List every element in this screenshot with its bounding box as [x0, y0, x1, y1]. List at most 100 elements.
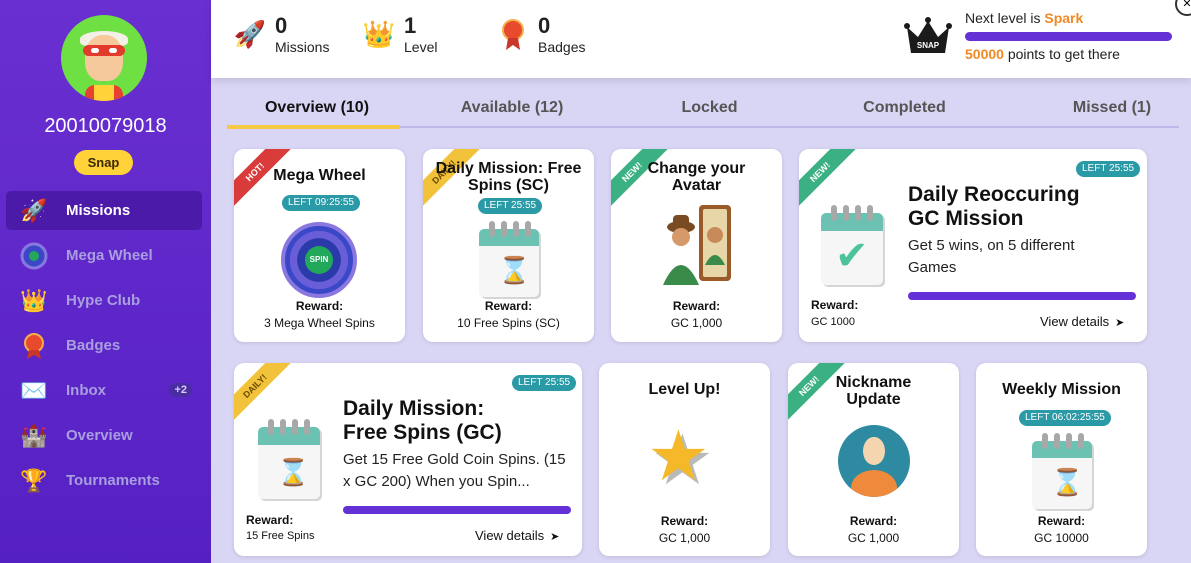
- sidebar-item-label: Missions: [66, 202, 131, 219]
- user-profile-icon: [838, 425, 910, 497]
- castle-icon: 🏰: [20, 422, 48, 448]
- level-progress-bar: [965, 32, 1172, 41]
- points-value: 50000: [965, 46, 1004, 62]
- calendar-hourglass-icon: ⌛: [1032, 433, 1092, 509]
- crown-icon: 👑: [362, 18, 396, 49]
- mission-title-line2: Free Spins (GC): [343, 421, 502, 444]
- mission-title-line1: Daily Mission:: [343, 397, 485, 420]
- mission-title: Mega Wheel: [273, 167, 366, 184]
- mission-timer: LEFT 09:25:55: [282, 195, 360, 211]
- sidebar-item-mega-wheel[interactable]: Mega Wheel: [6, 236, 202, 275]
- wheel-icon: [14, 241, 54, 271]
- trophy-icon: 🏆: [20, 467, 48, 493]
- tab-missed[interactable]: Missed (1): [1047, 99, 1177, 117]
- mission-progress-bar: [908, 292, 1136, 300]
- reward-label: Reward:: [660, 514, 709, 528]
- user-avatar[interactable]: [61, 15, 147, 101]
- tab-overview[interactable]: Overview (10): [227, 99, 407, 117]
- reward-label: Reward:: [672, 299, 721, 313]
- mission-timer: LEFT 25:55: [478, 198, 543, 214]
- wheel-spin-label: SPIN: [305, 246, 333, 274]
- top-stats-bar: 🚀 0 Missions 👑 1 Level 0 Badges SNAP Nex…: [211, 0, 1191, 78]
- avatar-mirror-icon: [657, 205, 737, 285]
- tab-completed[interactable]: Completed: [832, 99, 977, 117]
- active-tab-indicator: [227, 125, 400, 129]
- stat-level: 👑 1 Level: [358, 13, 438, 55]
- sidebar-item-label: Hype Club: [66, 292, 141, 309]
- tab-available[interactable]: Available (12): [437, 99, 587, 117]
- mission-title: Change your Avatar: [647, 160, 746, 194]
- next-level-text: Next level is Spark: [965, 10, 1084, 26]
- sidebar-item-badges[interactable]: Badges: [6, 326, 202, 365]
- mission-card-daily-reoccuring[interactable]: NEW! LEFT 25:55 ✔ Daily Reoccuring GC Mi…: [799, 149, 1147, 342]
- mission-card-daily-sc[interactable]: DAILY! Daily Mission: Free Spins (SC) LE…: [423, 149, 594, 342]
- sidebar-item-label: Overview: [66, 427, 133, 444]
- rocket-icon: 🚀: [20, 197, 48, 223]
- star-icon: ★: [647, 417, 710, 495]
- reward-label: Reward:: [849, 514, 898, 528]
- mission-title: Level Up!: [648, 381, 721, 398]
- view-details-link[interactable]: View details ➤: [1040, 314, 1124, 329]
- points-needed-text: 50000 points to get there: [965, 46, 1120, 62]
- reward-value: GC 1,000: [658, 531, 711, 545]
- mission-description: Get 15 Free Gold Coin Spins. (15 x GC 20…: [343, 451, 566, 490]
- view-details-link[interactable]: View details ➤: [475, 528, 559, 543]
- mission-timer: LEFT 25:55: [1076, 161, 1141, 177]
- tab-locked[interactable]: Locked: [647, 99, 772, 117]
- reward-value: GC 1,000: [670, 316, 723, 330]
- mission-card-change-avatar[interactable]: NEW! Change your Avatar Reward: GC 1,000: [611, 149, 782, 342]
- stat-label: Missions: [275, 39, 330, 55]
- level-crown-icon: SNAP: [904, 15, 952, 57]
- mission-card-mega-wheel[interactable]: HOT! Mega Wheel LEFT 09:25:55 SPIN Rewar…: [234, 149, 405, 342]
- mission-title-line2: GC Mission: [908, 207, 1024, 230]
- sidebar: 20010079018 Snap 🚀 Missions Mega Wheel 👑…: [0, 0, 211, 563]
- reward-value: GC 10000: [1034, 531, 1089, 545]
- stat-badges: 0 Badges: [492, 13, 585, 55]
- sidebar-item-tournaments[interactable]: 🏆 Tournaments: [6, 461, 202, 500]
- reward-label: Reward:: [246, 513, 294, 527]
- mission-card-level-up[interactable]: Level Up! ★ Reward: GC 1,000: [599, 363, 770, 556]
- stat-label: Level: [404, 39, 438, 55]
- sidebar-item-hype-club[interactable]: 👑 Hype Club: [6, 281, 202, 320]
- mission-title-line1: Daily Reoccuring: [908, 183, 1080, 206]
- mission-tabs: Overview (10) Available (12) Locked Comp…: [227, 97, 1179, 129]
- mission-card-nickname[interactable]: NEW! Nickname Update Reward: GC 1,000: [788, 363, 959, 556]
- reward-value: GC 1000: [811, 316, 856, 328]
- sidebar-item-overview[interactable]: 🏰 Overview: [6, 416, 202, 455]
- level-crown-text: SNAP: [917, 41, 940, 50]
- mission-card-weekly[interactable]: Weekly Mission LEFT 06:02:25:55 ⌛ Reward…: [976, 363, 1147, 556]
- new-ribbon: NEW!: [799, 149, 857, 209]
- user-id: 20010079018: [44, 115, 167, 137]
- daily-ribbon: DAILY!: [234, 363, 292, 423]
- sidebar-item-label: Tournaments: [66, 472, 160, 489]
- reward-label: Reward:: [1037, 514, 1086, 528]
- sidebar-item-label: Mega Wheel: [66, 247, 153, 264]
- crown-icon: 👑: [20, 287, 48, 313]
- mission-card-daily-gc[interactable]: DAILY! LEFT 25:55 ⌛ Daily Mission: Free …: [234, 363, 582, 556]
- medal-icon: [14, 331, 54, 361]
- inbox-count-badge: +2: [169, 383, 192, 397]
- calendar-hourglass-icon: ⌛: [258, 419, 320, 499]
- reward-value: 15 Free Spins: [246, 530, 315, 542]
- mission-description: Get 5 wins, on 5 different Games: [908, 237, 1075, 276]
- mission-progress-bar: [343, 506, 571, 514]
- mission-timer: LEFT 25:55: [512, 375, 577, 391]
- sidebar-item-label: Badges: [66, 337, 121, 354]
- sidebar-item-missions[interactable]: 🚀 Missions: [6, 191, 202, 230]
- stat-label: Badges: [538, 39, 586, 55]
- sidebar-item-inbox[interactable]: ✉️ Inbox +2: [6, 371, 202, 410]
- mission-title: Daily Mission: Free Spins (SC): [435, 160, 582, 194]
- calendar-hourglass-icon: ⌛: [479, 221, 539, 297]
- reward-label: Reward:: [811, 298, 859, 312]
- envelope-icon: ✉️: [20, 377, 48, 403]
- reward-label: Reward:: [295, 299, 344, 313]
- reward-value: 10 Free Spins (SC): [457, 316, 560, 330]
- rocket-icon: 🚀: [233, 18, 267, 49]
- stat-value: 1: [404, 13, 417, 38]
- sidebar-item-label: Inbox: [66, 382, 106, 399]
- medal-icon: [492, 13, 534, 55]
- mission-title: Weekly Mission: [1002, 381, 1121, 398]
- mission-timer: LEFT 06:02:25:55: [1019, 410, 1111, 426]
- calendar-check-icon: ✔: [821, 205, 883, 285]
- arrow-right-icon: ➤: [1115, 317, 1125, 329]
